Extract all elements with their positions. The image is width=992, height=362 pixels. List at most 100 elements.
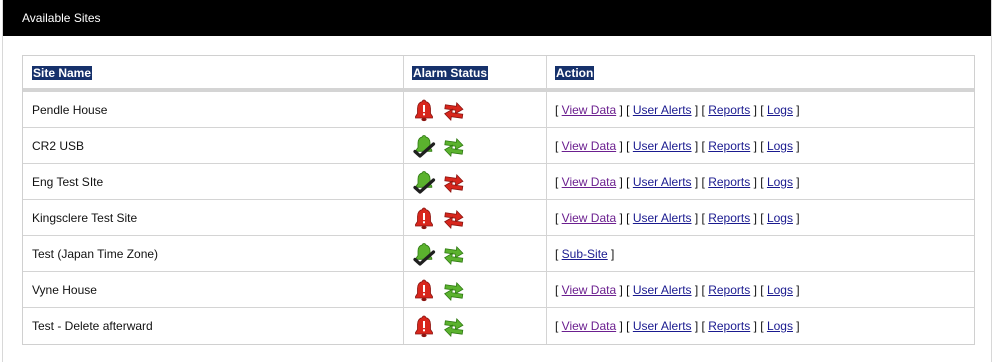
action-cell: [ View Data ] [ User Alerts ] [ Reports … bbox=[547, 308, 974, 344]
alarm-status-cell bbox=[404, 308, 547, 344]
table-row: CR2 USB [ View Data ] [ User Alerts ] [ … bbox=[23, 128, 974, 164]
action-cell: [ Sub-Site ] bbox=[547, 236, 974, 271]
site-name: Eng Test SIte bbox=[32, 174, 104, 189]
action-links: [ View Data ] [ User Alerts ] [ Reports … bbox=[555, 319, 800, 333]
bracket-open: [ bbox=[622, 174, 633, 189]
table-row: Test (Japan Time Zone) [ Sub-Site ] bbox=[23, 236, 974, 272]
bracket-open: [ bbox=[756, 174, 767, 189]
table-row: Kingsclere Test Site [ View Data ] [ Use… bbox=[23, 200, 974, 236]
action-cell: [ View Data ] [ User Alerts ] [ Reports … bbox=[547, 128, 974, 163]
reports-link[interactable]: Reports bbox=[708, 139, 750, 153]
user-alerts-link[interactable]: User Alerts bbox=[633, 175, 692, 189]
reports-link[interactable]: Reports bbox=[708, 175, 750, 189]
bracket-close: ] bbox=[616, 102, 623, 117]
action-links: [ View Data ] [ User Alerts ] [ Reports … bbox=[555, 283, 800, 297]
bracket-open: [ bbox=[756, 138, 767, 153]
bracket-open: [ bbox=[756, 102, 767, 117]
header-action-label: Action bbox=[555, 66, 595, 80]
site-name: CR2 USB bbox=[32, 138, 85, 153]
bracket-close: ] bbox=[792, 174, 800, 189]
comms-ok-icon bbox=[444, 281, 464, 301]
alarm-status-icons bbox=[412, 314, 466, 338]
action-cell: [ View Data ] [ User Alerts ] [ Reports … bbox=[547, 200, 974, 235]
bracket-open: [ bbox=[756, 319, 767, 333]
alarm-status-cell bbox=[404, 164, 547, 199]
view-data-link[interactable]: View Data bbox=[562, 283, 616, 297]
bracket-close: ] bbox=[750, 174, 757, 189]
alarm-status-cell bbox=[404, 92, 547, 127]
logs-link[interactable]: Logs bbox=[767, 139, 793, 153]
alarm-status-cell bbox=[404, 272, 547, 307]
user-alerts-link[interactable]: User Alerts bbox=[633, 211, 692, 225]
bracket-close: ] bbox=[750, 319, 757, 333]
site-name-cell: Pendle House bbox=[23, 92, 404, 127]
action-cell: [ View Data ] [ User Alerts ] [ Reports … bbox=[547, 92, 974, 127]
logs-link[interactable]: Logs bbox=[767, 211, 793, 225]
comms-ok-icon bbox=[444, 245, 464, 265]
view-data-link[interactable]: View Data bbox=[562, 139, 616, 153]
alarm-status-icons bbox=[412, 278, 466, 302]
action-cell: [ View Data ] [ User Alerts ] [ Reports … bbox=[547, 164, 974, 199]
bracket-close: ] bbox=[750, 102, 757, 117]
logs-link[interactable]: Logs bbox=[767, 103, 793, 117]
table-row: Vyne House [ View Data ] [ User Alerts ]… bbox=[23, 272, 974, 308]
bracket-close: ] bbox=[792, 210, 800, 225]
site-name-cell: Test (Japan Time Zone) bbox=[23, 236, 404, 271]
bracket-close: ] bbox=[750, 138, 757, 153]
bracket-open: [ bbox=[622, 210, 633, 225]
logs-link[interactable]: Logs bbox=[767, 283, 793, 297]
bracket-close: ] bbox=[750, 282, 757, 297]
user-alerts-link[interactable]: User Alerts bbox=[633, 283, 692, 297]
panel-title: Available Sites bbox=[3, 0, 991, 36]
bracket-close: ] bbox=[616, 210, 623, 225]
logs-link[interactable]: Logs bbox=[767, 175, 793, 189]
bracket-close: ] bbox=[616, 282, 623, 297]
comms-ok-icon bbox=[444, 317, 464, 338]
alarm-status-icons bbox=[412, 134, 466, 158]
reports-link[interactable]: Reports bbox=[708, 283, 750, 297]
view-data-link[interactable]: View Data bbox=[562, 103, 616, 117]
bracket-close: ] bbox=[607, 246, 615, 261]
bracket-open: [ bbox=[555, 138, 562, 153]
site-name-cell: Vyne House bbox=[23, 272, 404, 307]
header-alarm-status-label: Alarm Status bbox=[412, 66, 489, 80]
table-header: Site Name Alarm Status Action bbox=[23, 56, 974, 92]
bracket-open: [ bbox=[555, 282, 562, 297]
view-data-link[interactable]: View Data bbox=[562, 211, 616, 225]
bracket-open: [ bbox=[698, 138, 709, 153]
site-name: Test - Delete afterward bbox=[32, 319, 153, 333]
reports-link[interactable]: Reports bbox=[708, 319, 750, 333]
bracket-close: ] bbox=[792, 102, 800, 117]
reports-link[interactable]: Reports bbox=[708, 103, 750, 117]
user-alerts-link[interactable]: User Alerts bbox=[633, 139, 692, 153]
alarm-status-icons bbox=[412, 242, 466, 266]
table-body: Pendle House [ View Data ] [ User Alerts… bbox=[23, 92, 974, 344]
bracket-open: [ bbox=[555, 102, 562, 117]
bracket-open: [ bbox=[555, 174, 562, 189]
view-data-link[interactable]: View Data bbox=[562, 175, 616, 189]
alarm-status-icons bbox=[412, 170, 466, 194]
bracket-open: [ bbox=[555, 210, 562, 225]
bell-alarm-icon bbox=[415, 99, 433, 121]
bell-ok-icon bbox=[413, 242, 436, 266]
bracket-open: [ bbox=[698, 282, 709, 297]
user-alerts-link[interactable]: User Alerts bbox=[633, 103, 692, 117]
bracket-open: [ bbox=[622, 319, 633, 333]
view-data-link[interactable]: View Data bbox=[562, 319, 616, 333]
sub-site-link[interactable]: Sub-Site bbox=[562, 247, 608, 261]
bracket-open: [ bbox=[756, 210, 767, 225]
bracket-open: [ bbox=[698, 102, 709, 117]
bracket-open: [ bbox=[698, 210, 709, 225]
action-links: [ View Data ] [ User Alerts ] [ Reports … bbox=[555, 211, 800, 225]
available-sites-panel: Available Sites Site Name Alarm Status A… bbox=[2, 0, 992, 362]
user-alerts-link[interactable]: User Alerts bbox=[633, 319, 692, 333]
bell-alarm-icon bbox=[415, 207, 433, 229]
logs-link[interactable]: Logs bbox=[767, 319, 793, 333]
bracket-close: ] bbox=[792, 138, 800, 153]
site-name: Vyne House bbox=[32, 282, 97, 297]
header-site-name-label: Site Name bbox=[32, 66, 93, 80]
reports-link[interactable]: Reports bbox=[708, 211, 750, 225]
site-name-cell: Test - Delete afterward bbox=[23, 308, 404, 344]
bracket-open: [ bbox=[622, 138, 633, 153]
bracket-open: [ bbox=[698, 319, 709, 333]
